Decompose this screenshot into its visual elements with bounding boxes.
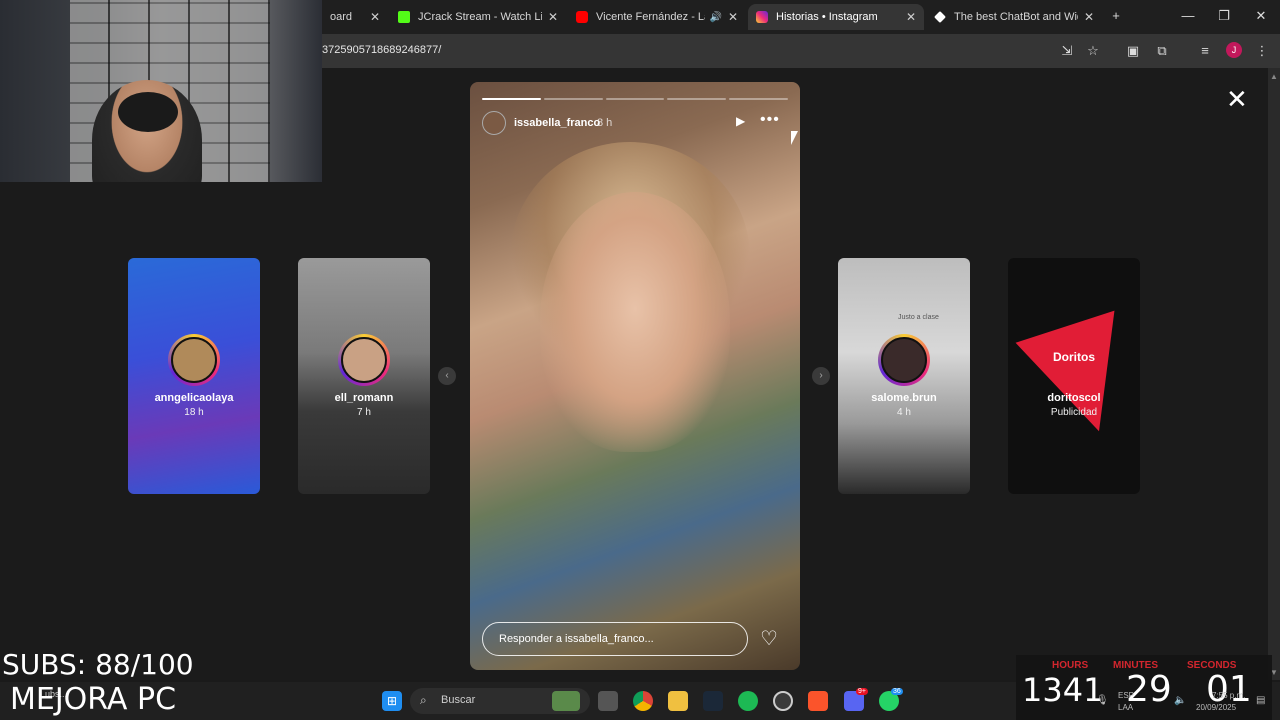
- extensions-icon[interactable]: ⧉: [1153, 42, 1171, 60]
- sponsored-label: Publicidad: [1050, 407, 1098, 418]
- menu-kebab-icon[interactable]: ⋮: [1253, 42, 1271, 60]
- whatsapp-badge: 36: [891, 688, 903, 695]
- previous-story-button[interactable]: ‹: [438, 367, 456, 385]
- profile-avatar[interactable]: J: [1226, 42, 1242, 58]
- avatar: [338, 334, 390, 386]
- brave-icon[interactable]: [808, 691, 828, 711]
- clock-date[interactable]: 20/09/2025: [1196, 703, 1236, 712]
- tab-jcrack-stream[interactable]: JCrack Stream - Watch Live o ✕: [390, 4, 566, 30]
- tab-instagram-stories[interactable]: Historias • Instagram ✕: [748, 4, 924, 30]
- mouse-cursor-icon: [791, 131, 798, 145]
- story-progress-segment: [543, 98, 603, 100]
- tab-chatbot[interactable]: The best ChatBot and Widge ✕: [926, 4, 1102, 30]
- story-card-time: 18 h: [184, 407, 204, 418]
- language-layout[interactable]: LAA: [1118, 703, 1133, 712]
- play-icon[interactable]: ▶: [736, 114, 745, 128]
- reply-input[interactable]: Responder a issabella_franco...: [482, 622, 748, 656]
- tab-close-icon[interactable]: ✕: [370, 10, 380, 24]
- weather-widget-icon[interactable]: [552, 691, 580, 711]
- taskbar-search-label: Buscar: [441, 694, 476, 706]
- story-progress-segment: [482, 98, 541, 100]
- heart-icon[interactable]: ♡: [760, 629, 778, 649]
- story-progress-segment: [605, 98, 665, 100]
- tab-title: The best ChatBot and Widge: [954, 11, 1078, 23]
- story-progress-segment: [729, 98, 788, 100]
- chrome-icon[interactable]: [633, 691, 653, 711]
- clock-time[interactable]: 7:55 p.m.: [1212, 691, 1245, 700]
- tab-title: Historias • Instagram: [776, 11, 878, 23]
- tab-close-icon[interactable]: ✕: [728, 10, 738, 24]
- story-time: 8 h: [597, 117, 613, 129]
- discord-badge: 9+: [856, 688, 868, 695]
- avatar[interactable]: [482, 111, 506, 135]
- story-card-username: salome.brun: [871, 392, 937, 404]
- speaker-icon[interactable]: 🔊: [709, 12, 721, 23]
- story-card-time: 7 h: [357, 407, 371, 418]
- story-progress-segment: [667, 98, 727, 100]
- task-view-icon[interactable]: [598, 691, 618, 711]
- story-card-anngelicaolaya[interactable]: anngelicaolaya 18 h: [128, 258, 260, 494]
- close-stories-button[interactable]: ✕: [1226, 86, 1248, 112]
- story-card-salome-brun[interactable]: Justo a clase salome.brun 4 h: [838, 258, 970, 494]
- volume-icon[interactable]: 🔈: [1174, 695, 1186, 706]
- youtube-favicon-icon: [576, 11, 588, 23]
- install-app-icon[interactable]: ⇲: [1058, 42, 1076, 60]
- windows-start-icon[interactable]: ⊞: [382, 691, 402, 711]
- story-card-username: doritoscol: [1047, 392, 1101, 404]
- bookmark-star-icon[interactable]: ☆: [1084, 42, 1102, 60]
- story-card-ell-romann[interactable]: ell_romann 7 h: [298, 258, 430, 494]
- streamer-cap: [118, 92, 178, 132]
- doritos-logo-icon: [1015, 310, 1140, 448]
- main-story[interactable]: issabella_franco 8 h ▶ ••• Responder a i…: [470, 82, 800, 670]
- steam-icon[interactable]: [703, 691, 723, 711]
- restore-icon[interactable]: ❐: [1214, 8, 1234, 24]
- tab-close-icon[interactable]: ✕: [1084, 10, 1094, 24]
- tab-title: oard: [330, 11, 353, 23]
- countdown-timer: HOURS MINUTES SECONDS 1341 29 01 ESP LAA…: [1016, 655, 1272, 720]
- tab-title: Vicente Fernández - La R: [596, 11, 705, 23]
- microphone-icon[interactable]: 🎙: [1096, 695, 1109, 706]
- story-progress-bar: [482, 98, 788, 100]
- page-scrollbar[interactable]: ▲ ▼: [1268, 68, 1280, 680]
- avatar: [878, 334, 930, 386]
- avatar: [168, 334, 220, 386]
- media-control-icon[interactable]: ▣: [1124, 42, 1142, 60]
- next-story-button[interactable]: ›: [812, 367, 830, 385]
- kick-favicon-icon: [398, 11, 410, 23]
- tab-title: JCrack Stream - Watch Live o: [418, 11, 542, 23]
- story-photo-face: [540, 192, 730, 452]
- story-card-overlay-text: Justo a clase: [898, 314, 939, 321]
- chatbot-favicon-icon: [934, 11, 946, 23]
- tab-vicente-fernandez[interactable]: Vicente Fernández - La R 🔊 ✕: [568, 4, 746, 30]
- window-close-icon[interactable]: ✕: [1251, 8, 1271, 24]
- story-card-doritoscol[interactable]: Doritos doritoscol Publicidad: [1008, 258, 1140, 494]
- spotify-icon[interactable]: [738, 691, 758, 711]
- instagram-favicon-icon: [756, 11, 768, 23]
- tab-close-icon[interactable]: ✕: [548, 10, 558, 24]
- new-tab-button[interactable]: +: [1106, 8, 1126, 23]
- obs-icon[interactable]: [773, 691, 793, 711]
- story-card-username: anngelicaolaya: [154, 392, 234, 404]
- mejora-pc-label: MEJORA PC: [10, 682, 177, 717]
- subs-counter: SUBS: 88/100: [2, 648, 194, 681]
- notifications-icon[interactable]: ▤: [1256, 695, 1265, 706]
- tab-close-icon[interactable]: ✕: [906, 10, 916, 24]
- search-icon: ⌕: [420, 693, 427, 707]
- language-code[interactable]: ESP: [1118, 691, 1134, 700]
- story-card-username: ell_romann: [334, 392, 394, 404]
- more-options-icon[interactable]: •••: [760, 111, 780, 129]
- story-username[interactable]: issabella_franco: [514, 117, 600, 129]
- file-explorer-icon[interactable]: [668, 691, 688, 711]
- minimize-icon[interactable]: —: [1178, 8, 1198, 23]
- webcam-overlay: [0, 0, 322, 182]
- scroll-up-icon[interactable]: ▲: [1270, 72, 1278, 81]
- playlist-icon[interactable]: ≡: [1196, 42, 1214, 60]
- url-field[interactable]: 3725905718689246877/: [322, 44, 441, 56]
- story-card-time: 4 h: [897, 407, 911, 418]
- doritos-logo-text: Doritos: [1053, 350, 1095, 364]
- hours-value: 1341: [1022, 671, 1104, 709]
- tab-dashboard[interactable]: oard ✕: [322, 4, 388, 30]
